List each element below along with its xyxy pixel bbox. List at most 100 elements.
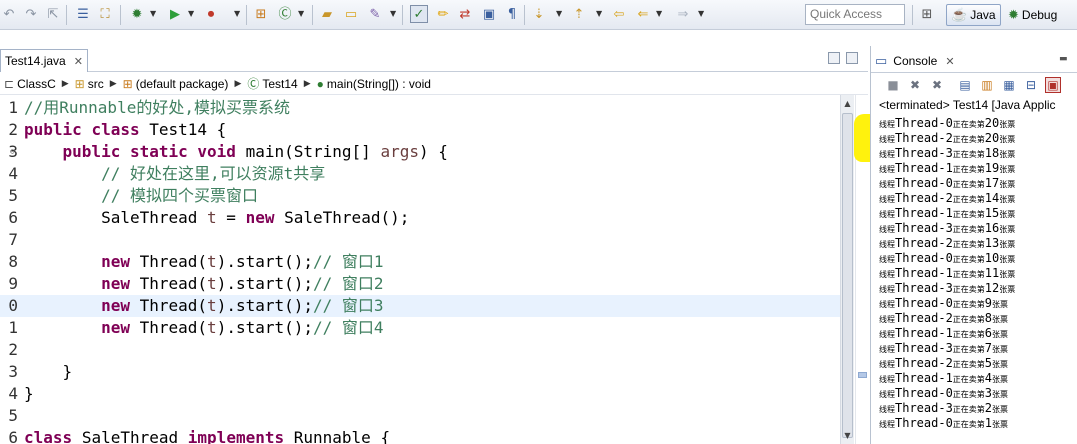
code-line[interactable]: 7 <box>0 229 840 251</box>
toggle-comment-icon[interactable]: ☰ <box>74 5 92 23</box>
code-line[interactable]: 5 <box>0 405 840 427</box>
close-icon[interactable]: ✕ <box>74 55 83 68</box>
console-output-line: 线程Thread-0正在卖第1张票 <box>879 416 1008 431</box>
scroll-up-icon[interactable]: ▲ <box>841 97 854 111</box>
search-icon[interactable]: ✎ <box>366 5 384 23</box>
output-thread: Thread-1 <box>895 266 953 280</box>
code-line[interactable]: 8 new Thread(t).start();// 窗口1 <box>0 251 840 273</box>
ruler-mark[interactable] <box>858 372 867 378</box>
paragraph-icon[interactable]: ¶ <box>503 5 521 23</box>
breadcrumb-item-src[interactable]: ⊞ src <box>75 77 104 91</box>
clear-console-icon[interactable]: ▤ <box>957 77 973 93</box>
code-line[interactable]: 2 <box>0 339 840 361</box>
console-output[interactable]: 线程Thread-0正在卖第20张票 线程Thread-2正在卖第20张票 线程Th… <box>871 114 1077 444</box>
chevron-down-icon[interactable]: ▼ <box>298 9 306 19</box>
console-output-line: 线程Thread-0正在卖第20张票 <box>879 116 1015 131</box>
chevron-down-icon[interactable]: ▼ <box>188 9 196 19</box>
code-line[interactable]: 6 SaleThread t = new SaleThread(); <box>0 207 840 229</box>
show-whitespace-icon[interactable]: ▣ <box>480 5 498 23</box>
code-line[interactable]: 9 new Thread(t).start();// 窗口2 <box>0 273 840 295</box>
scrollbar-thumb[interactable] <box>842 113 853 438</box>
minimize-icon[interactable]: ▬ <box>1059 54 1068 64</box>
new-class-icon[interactable]: Ⓒ <box>276 5 294 23</box>
code-line[interactable]: 3 } <box>0 361 840 383</box>
output-prefix: 线程 <box>879 375 895 384</box>
output-suffix: 张票 <box>992 330 1009 339</box>
breadcrumb-item-class[interactable]: Ⓒ Test14 <box>247 75 297 92</box>
undo-icon[interactable]: ↶ <box>0 5 18 23</box>
tab-console[interactable]: ▭ Console ✕ <box>875 50 975 72</box>
highlight-icon[interactable]: ✏ <box>434 5 452 23</box>
scroll-down-icon[interactable]: ▼ <box>841 429 854 443</box>
breadcrumb-label: main(String[]) : void <box>326 76 431 91</box>
debug-icon[interactable]: ✹ <box>128 5 146 23</box>
show-console-icon[interactable]: ⊟ <box>1023 77 1039 93</box>
code-line[interactable]: 3 ⊖ public static void main(String[] args… <box>0 141 840 163</box>
code-line[interactable]: 0 new Thread(t).start();// 窗口3 <box>0 295 840 317</box>
open-type-icon[interactable]: ▰ <box>318 5 336 23</box>
last-edit-location-icon[interactable]: ⇦ <box>610 5 628 23</box>
chevron-down-icon[interactable]: ▼ <box>234 9 242 19</box>
output-prefix: 线程 <box>879 165 895 174</box>
minimize-icon[interactable] <box>828 52 840 64</box>
breadcrumb-item-package[interactable]: ⊞ (default package) <box>123 77 229 91</box>
chevron-down-icon[interactable]: ▼ <box>150 9 158 19</box>
console-output-line: 线程Thread-1正在卖第19张票 <box>879 161 1015 176</box>
code-line[interactable]: 6 class SaleThread implements Runnable { <box>0 427 840 444</box>
output-prefix: 线程 <box>879 360 895 369</box>
output-mid: 正在卖第 <box>952 315 985 324</box>
pin-console-icon[interactable]: ▣ <box>1045 77 1061 93</box>
chevron-down-icon[interactable]: ▼ <box>596 9 604 19</box>
fold-toggle-icon[interactable]: ⊖ <box>10 148 18 156</box>
chevron-down-icon[interactable]: ▼ <box>656 9 664 19</box>
code-line[interactable]: 4} <box>0 383 840 405</box>
code-line[interactable]: 4 // 好处在这里,可以资源t共享 <box>0 163 840 185</box>
chevron-down-icon[interactable]: ▼ <box>698 9 706 19</box>
word-wrap-icon[interactable]: ▦ <box>1001 77 1017 93</box>
scroll-lock-icon[interactable]: ▥ <box>979 77 995 93</box>
new-package-icon[interactable]: ⊞ <box>252 5 270 23</box>
output-suffix: 张票 <box>992 360 1009 369</box>
redo-icon[interactable]: ↷ <box>22 5 40 23</box>
terminate-icon[interactable]: ■ <box>885 77 901 93</box>
editor-vertical-scrollbar[interactable]: ▲ ▼ <box>840 95 854 444</box>
next-annotation-icon[interactable]: ⇣ <box>530 5 548 23</box>
run-external-tools-icon[interactable]: ⏺ <box>202 5 220 23</box>
chevron-down-icon[interactable]: ▼ <box>390 9 398 19</box>
tab-test14-java[interactable]: Test14.java ✕ <box>0 49 88 72</box>
toolbar-separator <box>66 5 67 25</box>
open-folder-icon[interactable]: ▭ <box>342 5 360 23</box>
code-line[interactable]: 1 new Thread(t).start();// 窗口4 <box>0 317 840 339</box>
code-line[interactable]: 2 public class Test14 { <box>0 119 840 141</box>
toolbar-separator <box>524 5 525 25</box>
line-number: 2 <box>8 120 18 139</box>
code-line[interactable]: 5 // 模拟四个买票窗口 <box>0 185 840 207</box>
quick-access-input[interactable]: Quick Access <box>805 4 905 25</box>
block-selection-icon[interactable]: ⇄ <box>456 5 474 23</box>
code-text: //用Runnable的好处,模拟买票系统 <box>24 98 290 117</box>
chevron-down-icon[interactable]: ▼ <box>556 9 564 19</box>
breadcrumb-item-method[interactable]: ● main(String[]) : void <box>317 77 431 91</box>
remove-all-terminated-icon[interactable]: ✖ <box>929 77 945 93</box>
code-editor[interactable]: 1 //用Runnable的好处,模拟买票系统 2 public class Test… <box>0 95 840 444</box>
mark-occurrences-icon[interactable]: ✓ <box>410 5 428 23</box>
last-edit-icon[interactable]: ⇱ <box>44 5 62 23</box>
output-prefix: 线程 <box>879 180 895 189</box>
toggle-block-icon[interactable]: ⛶ <box>96 5 114 23</box>
close-icon[interactable]: ✕ <box>945 55 954 68</box>
prev-annotation-icon[interactable]: ⇡ <box>570 5 588 23</box>
output-thread: Thread-0 <box>895 416 953 430</box>
forward-icon[interactable]: ⇒ <box>674 5 692 23</box>
breadcrumb-item-project[interactable]: ⊏ ClassC <box>4 77 56 91</box>
code-line[interactable]: 1 //用Runnable的好处,模拟买票系统 <box>0 97 840 119</box>
debug-perspective-icon: ✹ <box>1008 7 1019 22</box>
remove-launch-icon[interactable]: ✖ <box>907 77 923 93</box>
open-perspective-icon[interactable]: ⊞ <box>918 5 936 23</box>
maximize-icon[interactable] <box>846 52 858 64</box>
back-icon[interactable]: ⇐ <box>634 5 652 23</box>
perspective-java[interactable]: ☕ Java <box>946 4 1001 26</box>
output-thread: Thread-0 <box>895 176 953 190</box>
run-icon[interactable]: ▶ <box>166 5 184 23</box>
perspective-debug[interactable]: ✹ Debug <box>1004 4 1061 26</box>
output-mid: 正在卖第 <box>952 195 985 204</box>
